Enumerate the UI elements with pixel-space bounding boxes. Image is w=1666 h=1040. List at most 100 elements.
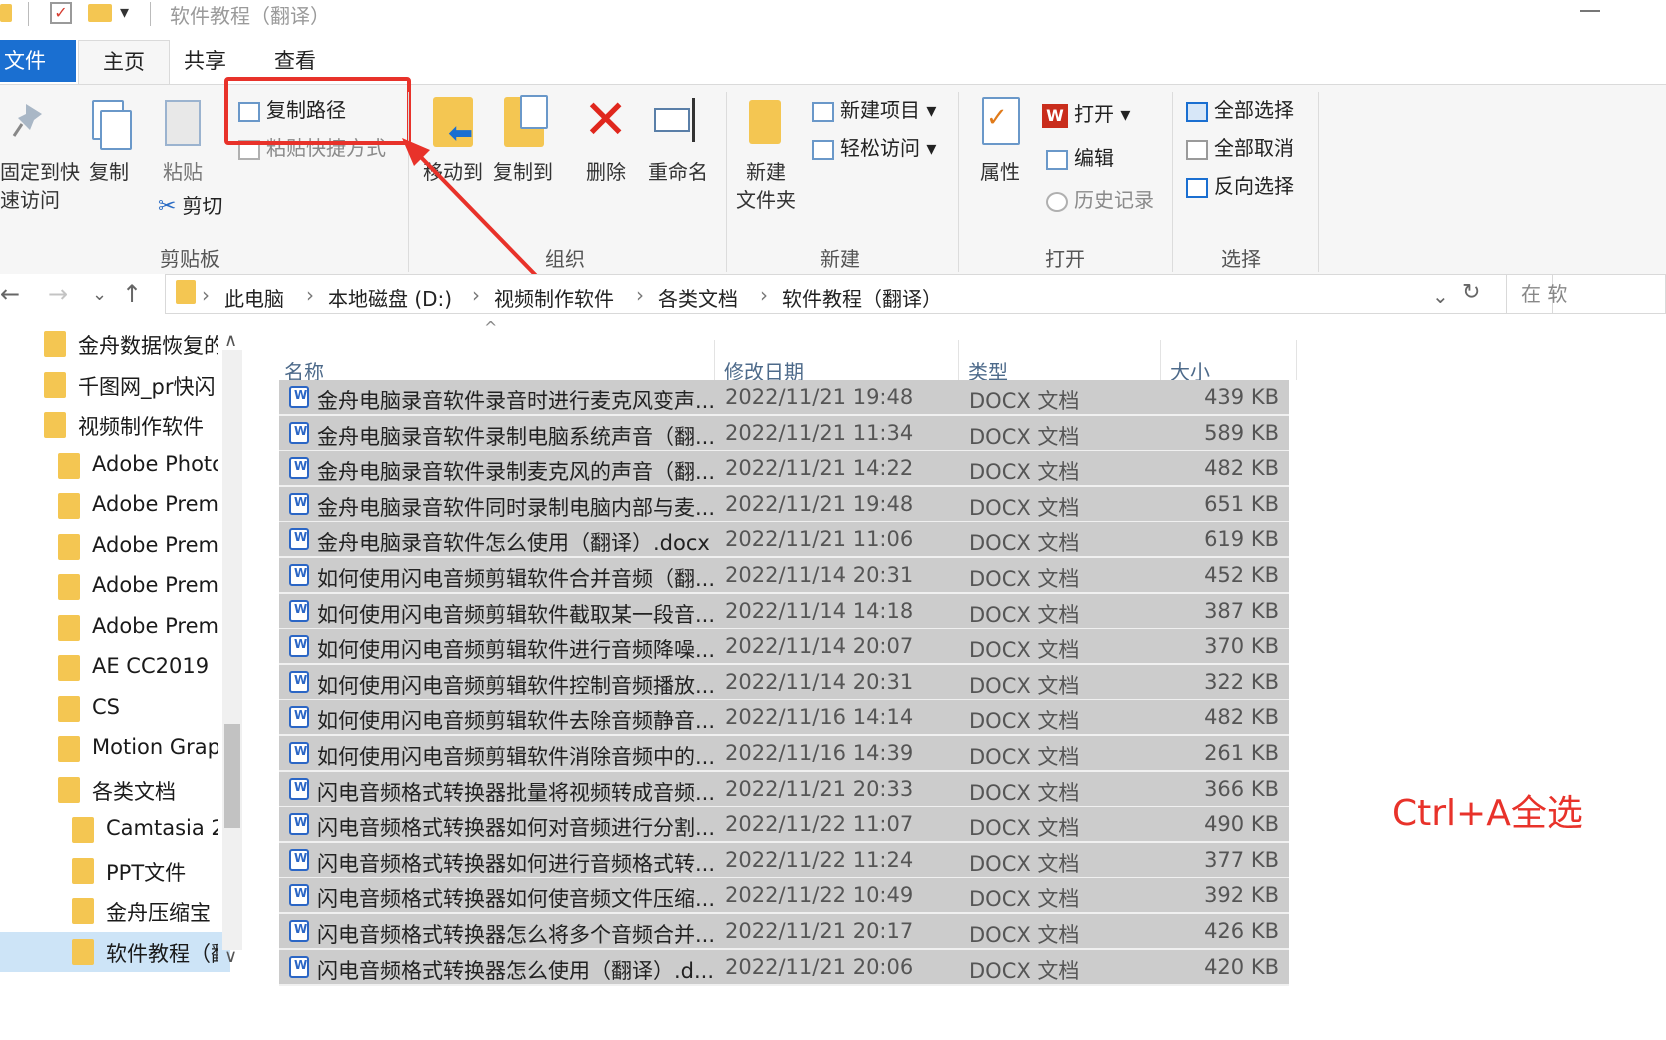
- column-divider[interactable]: [1160, 340, 1161, 380]
- file-size: 387 KB: [1204, 598, 1279, 623]
- scroll-up-icon[interactable]: ∧: [224, 330, 237, 351]
- file-row[interactable]: 闪电音频格式转换器如何使音频文件压缩... 2022/11/22 10:49 DOC…: [279, 878, 1289, 915]
- select-none-button[interactable]: 全部取消: [1186, 132, 1294, 161]
- pin-button[interactable]: [12, 100, 48, 140]
- minimize-icon[interactable]: [1580, 10, 1600, 12]
- folder-icon: [72, 817, 94, 843]
- file-row[interactable]: 如何使用闪电音频剪辑软件控制音频播放... 2022/11/14 20:31 DOC…: [279, 664, 1289, 701]
- tree-item[interactable]: Camtasia 2(: [0, 810, 230, 850]
- invert-selection-label: 反向选择: [1214, 174, 1294, 198]
- file-name: 金舟电脑录音软件录音时进行麦克风变声...: [317, 389, 716, 413]
- copy-button[interactable]: 复制: [84, 156, 134, 185]
- tree-item-label: Adobe Premi: [92, 613, 218, 638]
- file-row[interactable]: 金舟电脑录音软件怎么使用（翻译）.docx 2022/11/21 11:06 DOC…: [279, 522, 1289, 559]
- properties-button[interactable]: 属性: [972, 156, 1028, 185]
- file-name: 如何使用闪电音频剪辑软件合并音频（翻...: [317, 567, 716, 591]
- tree-item[interactable]: CS: [0, 689, 230, 729]
- file-row[interactable]: 金舟电脑录音软件录制麦克风的声音（翻... 2022/11/21 14:22 DOC…: [279, 451, 1289, 488]
- chevron-right-icon[interactable]: ›: [760, 283, 768, 307]
- tree-item[interactable]: Adobe Photo: [0, 446, 230, 486]
- breadcrumb-this-pc[interactable]: 此电脑: [224, 283, 284, 312]
- open-button[interactable]: W 打开 ▾: [1042, 98, 1130, 128]
- file-row[interactable]: 金舟电脑录音软件同时录制电脑内部与麦... 2022/11/21 19:48 DOC…: [279, 486, 1289, 523]
- select-all-button[interactable]: 全部选择: [1186, 94, 1294, 123]
- back-icon[interactable]: ←: [0, 280, 20, 308]
- history-button[interactable]: 历史记录: [1046, 184, 1154, 213]
- file-row[interactable]: 闪电音频格式转换器怎么将多个音频合并... 2022/11/21 20:17 DOC…: [279, 914, 1289, 950]
- customize-quick-access-icon[interactable]: ▾: [120, 2, 129, 23]
- recent-locations-icon[interactable]: ⌄: [92, 284, 107, 305]
- column-divider[interactable]: [1296, 340, 1297, 380]
- edit-button[interactable]: 编辑: [1046, 142, 1114, 171]
- file-row[interactable]: 闪电音频格式转换器如何进行音频格式转... 2022/11/22 11:24 DOC…: [279, 842, 1289, 879]
- file-type: DOCX 文档: [969, 495, 1080, 520]
- tab-file[interactable]: 文件: [0, 40, 76, 82]
- easy-access-button[interactable]: 轻松访问 ▾: [812, 132, 936, 161]
- file-row[interactable]: 闪电音频格式转换器批量将视频转成音频... 2022/11/21 20:33 DOC…: [279, 771, 1289, 808]
- file-row[interactable]: 如何使用闪电音频剪辑软件去除音频静音... 2022/11/16 14:14 DOC…: [279, 700, 1289, 737]
- column-divider[interactable]: [714, 340, 715, 380]
- tree-item[interactable]: 视频制作软件: [0, 405, 230, 445]
- forward-icon[interactable]: →: [48, 280, 68, 308]
- column-divider[interactable]: [958, 340, 959, 380]
- tree-scrollbar[interactable]: [222, 350, 242, 950]
- tab-home[interactable]: 主页: [78, 40, 170, 84]
- new-folder-label-line1[interactable]: 新建: [736, 156, 796, 185]
- history-icon: [1046, 191, 1068, 212]
- clipboard-group-label: 剪贴板: [160, 247, 220, 271]
- tree-item[interactable]: Adobe Premi: [0, 486, 230, 526]
- tree-item[interactable]: Adobe Premi: [0, 567, 230, 607]
- sort-ascending-icon: ^: [484, 318, 498, 337]
- new-item-button[interactable]: 新建项目 ▾: [812, 94, 936, 123]
- file-name: 闪电音频格式转换器如何对音频进行分割...: [317, 816, 716, 841]
- scroll-down-icon[interactable]: ∨: [224, 946, 237, 967]
- breadcrumb-current[interactable]: 软件教程（翻译）: [782, 283, 942, 312]
- file-row[interactable]: 如何使用闪电音频剪辑软件进行音频降噪... 2022/11/14 20:07 DOC…: [279, 629, 1289, 666]
- tree-item[interactable]: Adobe Premi: [0, 527, 230, 567]
- breadcrumb-documents[interactable]: 各类文档: [658, 283, 738, 312]
- file-size: 420 KB: [1204, 954, 1279, 979]
- pin-label-line2: 速访问: [0, 188, 60, 212]
- chevron-right-icon[interactable]: ›: [202, 283, 210, 307]
- file-type: DOCX 文档: [969, 780, 1080, 805]
- breadcrumb-local-disk[interactable]: 本地磁盘 (D:): [328, 283, 452, 312]
- new-item-icon: [812, 101, 834, 122]
- chevron-down-icon[interactable]: ⌄: [1432, 284, 1449, 308]
- file-row[interactable]: 如何使用闪电音频剪辑软件合并音频（翻... 2022/11/14 20:31 DOC…: [279, 558, 1289, 594]
- search-input[interactable]: 在 软: [1506, 274, 1666, 314]
- file-row[interactable]: 如何使用闪电音频剪辑软件消除音频中的... 2022/11/16 14:39 DOC…: [279, 736, 1289, 772]
- invert-selection-button[interactable]: 反向选择: [1186, 170, 1294, 199]
- chevron-right-icon[interactable]: ›: [306, 283, 314, 307]
- tree-item[interactable]: 软件教程（翻: [0, 931, 230, 972]
- tree-item[interactable]: 金舟数据恢复的: [0, 324, 230, 364]
- delete-button[interactable]: 删除: [578, 156, 634, 185]
- rename-button[interactable]: 重命名: [642, 156, 714, 185]
- tree-item[interactable]: 金舟压缩宝: [0, 891, 230, 931]
- file-row[interactable]: 金舟电脑录音软件录制电脑系统声音（翻... 2022/11/21 11:34 DOC…: [279, 415, 1289, 452]
- tree-item[interactable]: 各类文档: [0, 770, 230, 810]
- tree-item[interactable]: AE CC2019: [0, 648, 230, 688]
- file-type: DOCX 文档: [969, 531, 1080, 556]
- tree-item[interactable]: Motion Grap: [0, 729, 230, 769]
- new-item-label: 新建项目 ▾: [840, 98, 937, 122]
- tree-item[interactable]: 千图网_pr快闪: [0, 365, 230, 405]
- chevron-right-icon[interactable]: ›: [636, 283, 644, 307]
- file-row[interactable]: 闪电音频格式转换器怎么使用（翻译）.d... 2022/11/21 20:06 DO…: [279, 949, 1289, 986]
- refresh-icon[interactable]: ↻: [1462, 280, 1480, 305]
- tree-item[interactable]: PPT文件: [0, 851, 230, 891]
- cut-button[interactable]: ✂ 剪切: [158, 190, 222, 219]
- chevron-right-icon[interactable]: ›: [472, 283, 480, 307]
- up-icon[interactable]: ↑: [122, 280, 142, 308]
- tree-item[interactable]: Adobe Premi: [0, 608, 230, 648]
- breadcrumb-video-software[interactable]: 视频制作软件: [494, 283, 614, 312]
- new-folder-label-line2[interactable]: 文件夹: [730, 184, 802, 213]
- file-row[interactable]: 金舟电脑录音软件录音时进行麦克风变声... 2022/11/21 19:48 DOC…: [279, 380, 1289, 416]
- file-row[interactable]: 闪电音频格式转换器如何对音频进行分割... 2022/11/22 11:07 DOC…: [279, 807, 1289, 844]
- file-row[interactable]: 如何使用闪电音频剪辑软件截取某一段音... 2022/11/14 14:18 DOC…: [279, 593, 1289, 630]
- new-folder-quick-icon[interactable]: [88, 4, 112, 22]
- properties-quick-icon[interactable]: ✓: [50, 2, 72, 24]
- paste-button[interactable]: 粘贴: [158, 156, 208, 185]
- tree-scroll-thumb[interactable]: [224, 724, 240, 828]
- group-separator: [1318, 92, 1319, 272]
- copy-to-doc-icon: [520, 95, 548, 129]
